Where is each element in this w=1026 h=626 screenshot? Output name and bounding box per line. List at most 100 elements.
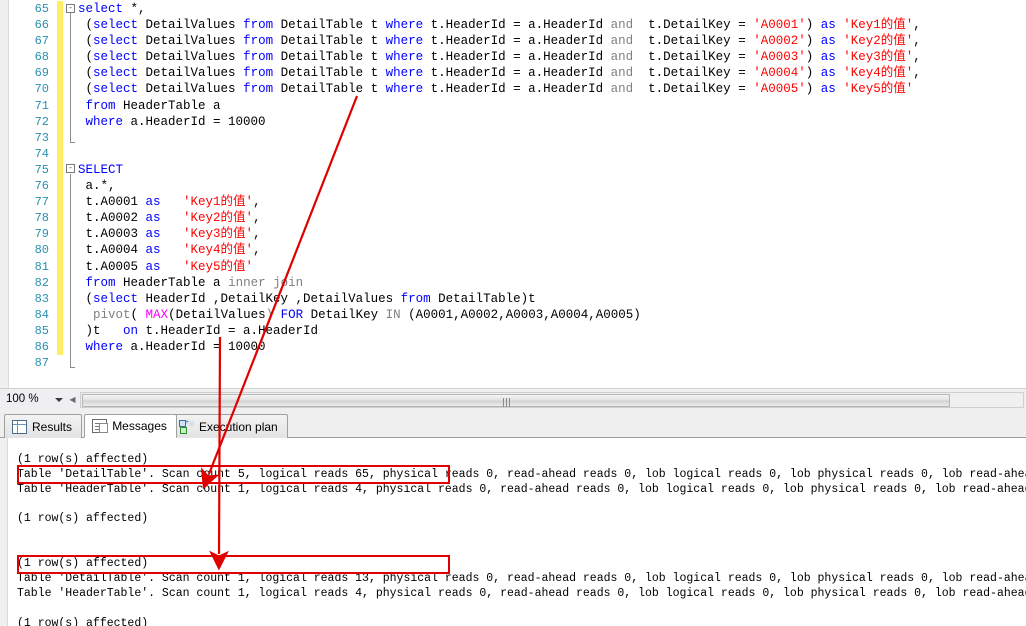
code-line[interactable]: 67 (select DetailValues from DetailTable… — [0, 33, 1026, 50]
fold-toggle-icon[interactable]: - — [66, 3, 75, 13]
tab-execution-plan[interactable]: + Execution plan — [171, 414, 288, 438]
code-line[interactable]: 66 (select DetailValues from DetailTable… — [0, 17, 1026, 34]
change-indicator — [57, 65, 63, 82]
change-indicator — [57, 113, 63, 130]
code-token: IN — [385, 307, 401, 322]
code-token: 'A0004' — [753, 66, 806, 81]
ssms-window: 65- select *, 66 (select DetailValues from… — [0, 0, 1026, 626]
code-line[interactable]: 84 pivot( MAX(DetailValues) FOR DetailKe… — [0, 306, 1026, 323]
code-token: as — [820, 82, 836, 97]
code-line-text: (select DetailValues from DetailTable t … — [78, 17, 921, 33]
line-number: 79 — [34, 227, 49, 242]
code-token: from — [85, 275, 116, 290]
code-token: ( — [78, 291, 94, 306]
code-token: ( — [78, 18, 94, 33]
line-number: 87 — [34, 356, 49, 371]
code-token: (A0001,A0002,A0003,A0004,A0005) — [400, 307, 641, 322]
code-line[interactable]: 69 (select DetailValues from DetailTable… — [0, 65, 1026, 82]
code-token: ( — [78, 82, 94, 97]
code-line[interactable]: 82 from HeaderTable a inner join — [0, 274, 1026, 291]
code-token: from — [400, 291, 431, 306]
code-token: t.A0003 — [78, 227, 146, 242]
change-indicator — [57, 17, 63, 34]
code-token: 'Key3的值' — [183, 227, 254, 242]
scroll-left-arrow-icon[interactable]: ◀ — [66, 392, 79, 408]
code-line-text: where a.HeaderId = 10000 — [78, 114, 266, 130]
code-token: t.HeaderId = a.HeaderId — [423, 50, 611, 65]
code-token: a.HeaderId = 10000 — [123, 114, 266, 129]
code-line[interactable]: 85 )t on t.HeaderId = a.HeaderId — [0, 322, 1026, 339]
code-token: where — [85, 339, 124, 354]
code-line-text: t.A0002 as 'Key2的值', — [78, 210, 261, 226]
code-line-list: 65- select *, 66 (select DetailValues from… — [0, 1, 1026, 371]
code-line[interactable]: 80 t.A0004 as 'Key4的值', — [0, 242, 1026, 259]
code-line[interactable]: 77 t.A0001 as 'Key1的值', — [0, 194, 1026, 211]
line-number: 77 — [34, 195, 49, 210]
code-token: and — [610, 18, 634, 33]
code-line[interactable]: 68 (select DetailValues from DetailTable… — [0, 49, 1026, 66]
code-token: HeaderId ,DetailKey ,DetailValues — [138, 291, 401, 306]
code-line-text: pivot( MAX(DetailValues) FOR DetailKey I… — [78, 307, 641, 323]
chevron-down-icon[interactable] — [55, 398, 63, 402]
message-line: Table 'HeaderTable'. Scan count 1, logic… — [17, 482, 1026, 496]
fold-toggle-icon[interactable]: - — [66, 164, 75, 174]
code-token: where — [385, 82, 424, 97]
code-line[interactable]: 72 where a.HeaderId = 10000 — [0, 113, 1026, 130]
code-line[interactable]: 81 t.A0005 as 'Key5的值' — [0, 258, 1026, 275]
code-token: )t — [78, 323, 124, 338]
code-line[interactable]: 86 where a.HeaderId = 10000 — [0, 338, 1026, 356]
change-indicator — [57, 210, 63, 227]
code-token: DetailTable t — [273, 18, 386, 33]
code-token: ( — [78, 50, 94, 65]
sql-editor[interactable]: 65- select *, 66 (select DetailValues from… — [0, 0, 1026, 388]
code-line[interactable]: 65 - select *, — [0, 1, 1026, 18]
code-token: where — [385, 18, 424, 33]
code-line[interactable]: 73 — [0, 129, 1026, 146]
code-line-text: from HeaderTable a inner join — [78, 275, 304, 291]
code-line[interactable]: 71 from HeaderTable a — [0, 97, 1026, 114]
code-line[interactable]: 78 t.A0002 as 'Key2的值', — [0, 210, 1026, 227]
line-number: 69 — [34, 66, 49, 81]
code-line[interactable]: 79 t.A0003 as 'Key3的值', — [0, 226, 1026, 243]
code-line[interactable]: 74 — [0, 145, 1026, 162]
code-token: DetailValues — [138, 82, 244, 97]
code-token: as — [820, 66, 836, 81]
code-token: inner join — [228, 275, 304, 290]
code-line[interactable]: 83 (select HeaderId ,DetailKey ,DetailVa… — [0, 290, 1026, 307]
code-line-text: t.A0003 as 'Key3的值', — [78, 226, 261, 242]
code-line[interactable]: 70 (select DetailValues from DetailTable… — [0, 81, 1026, 98]
code-line-text: from HeaderTable a — [78, 98, 221, 114]
tab-results[interactable]: Results — [4, 414, 83, 438]
line-number: 78 — [34, 211, 49, 226]
code-token: DetailValues — [138, 34, 244, 49]
code-line[interactable]: 76 a.*, — [0, 178, 1026, 195]
zoom-level-label[interactable]: 100 % — [6, 393, 39, 405]
code-line-text: where a.HeaderId = 10000 — [78, 339, 266, 355]
code-token: t.DetailKey = — [633, 34, 754, 49]
code-line[interactable]: 87 — [0, 355, 1026, 371]
horizontal-scrollbar[interactable] — [80, 392, 1024, 408]
message-line — [0, 527, 1026, 542]
change-indicator — [57, 97, 63, 114]
code-token: 'Key3的值' — [843, 50, 914, 65]
change-indicator — [57, 306, 63, 323]
code-token: t.DetailKey = — [633, 18, 754, 33]
line-number: 66 — [34, 18, 49, 33]
code-token: 'Key5的值' — [843, 82, 914, 97]
code-token: HeaderTable a — [115, 98, 221, 113]
change-indicator — [57, 194, 63, 211]
tab-label: Messages — [112, 419, 167, 433]
code-line-text: (select DetailValues from DetailTable t … — [78, 49, 921, 65]
tab-messages[interactable]: Messages — [84, 414, 177, 438]
code-token: 'Key2的值' — [183, 211, 254, 226]
code-line[interactable]: 75 - SELECT — [0, 161, 1026, 179]
line-number: 74 — [34, 146, 49, 161]
code-token: 'Key4的值' — [183, 243, 254, 258]
code-token: from — [243, 66, 274, 81]
change-indicator — [57, 338, 63, 356]
horizontal-scrollbar-thumb[interactable] — [82, 394, 950, 407]
line-number: 86 — [34, 339, 49, 354]
